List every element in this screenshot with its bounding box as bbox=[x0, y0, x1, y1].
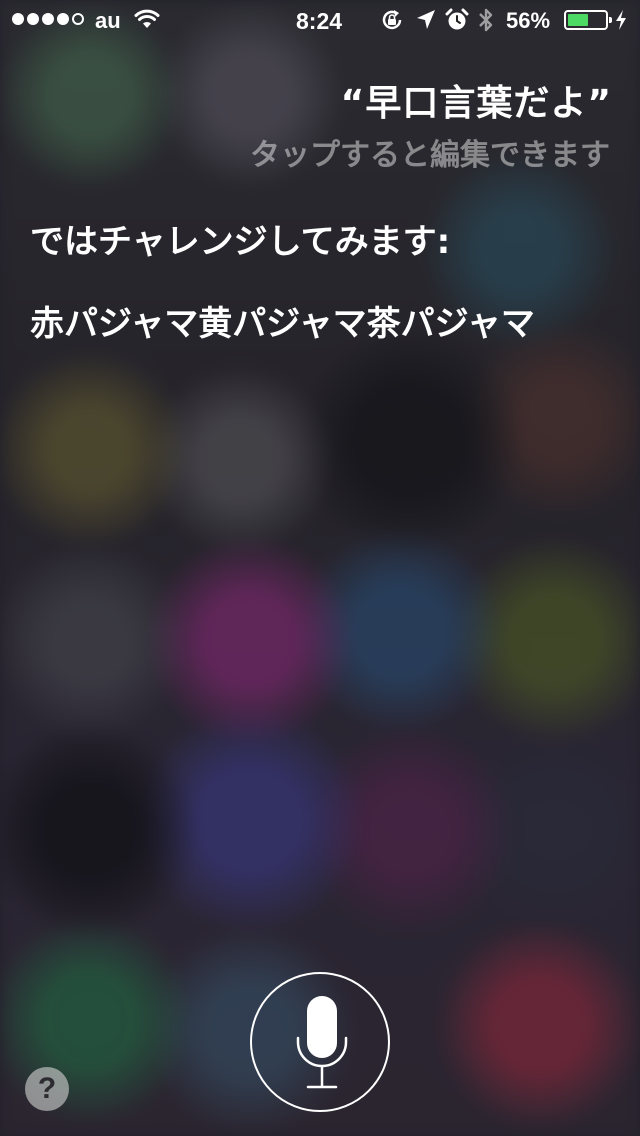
wifi-icon bbox=[134, 9, 160, 28]
signal-dot-empty bbox=[72, 13, 84, 25]
alarm-icon bbox=[445, 8, 469, 30]
location-icon bbox=[417, 10, 435, 29]
battery-nub bbox=[609, 17, 612, 23]
signal-dot bbox=[27, 13, 39, 25]
siri-mic-button[interactable] bbox=[250, 972, 390, 1112]
siri-screen: au 8:24 56% “早口言葉だよ” タップすると編集できます ではチャレン… bbox=[0, 0, 640, 1136]
charging-icon bbox=[616, 10, 626, 30]
help-button[interactable]: ? bbox=[25, 1067, 69, 1111]
signal-dot bbox=[57, 13, 69, 25]
signal-dot bbox=[42, 13, 54, 25]
status-time: 8:24 bbox=[296, 8, 343, 34]
battery-level-fill bbox=[568, 14, 588, 26]
status-bar: au 8:24 56% bbox=[0, 0, 640, 40]
battery-percentage: 56% bbox=[506, 8, 551, 33]
signal-strength-icon bbox=[12, 13, 84, 25]
tap-to-edit-hint[interactable]: タップすると編集できます bbox=[250, 130, 610, 174]
carrier-name: au bbox=[95, 8, 121, 33]
signal-dot bbox=[12, 13, 24, 25]
user-utterance[interactable]: “早口言葉だよ” bbox=[341, 74, 612, 126]
bluetooth-icon bbox=[479, 8, 493, 32]
rotation-lock-icon bbox=[382, 10, 402, 30]
battery-icon bbox=[564, 10, 612, 30]
siri-response-text: ではチャレンジしてみます: bbox=[30, 222, 451, 262]
tongue-twister-text: 赤パジャマ黄パジャマ茶パジャマ bbox=[30, 304, 535, 344]
microphone-icon bbox=[296, 996, 348, 1089]
